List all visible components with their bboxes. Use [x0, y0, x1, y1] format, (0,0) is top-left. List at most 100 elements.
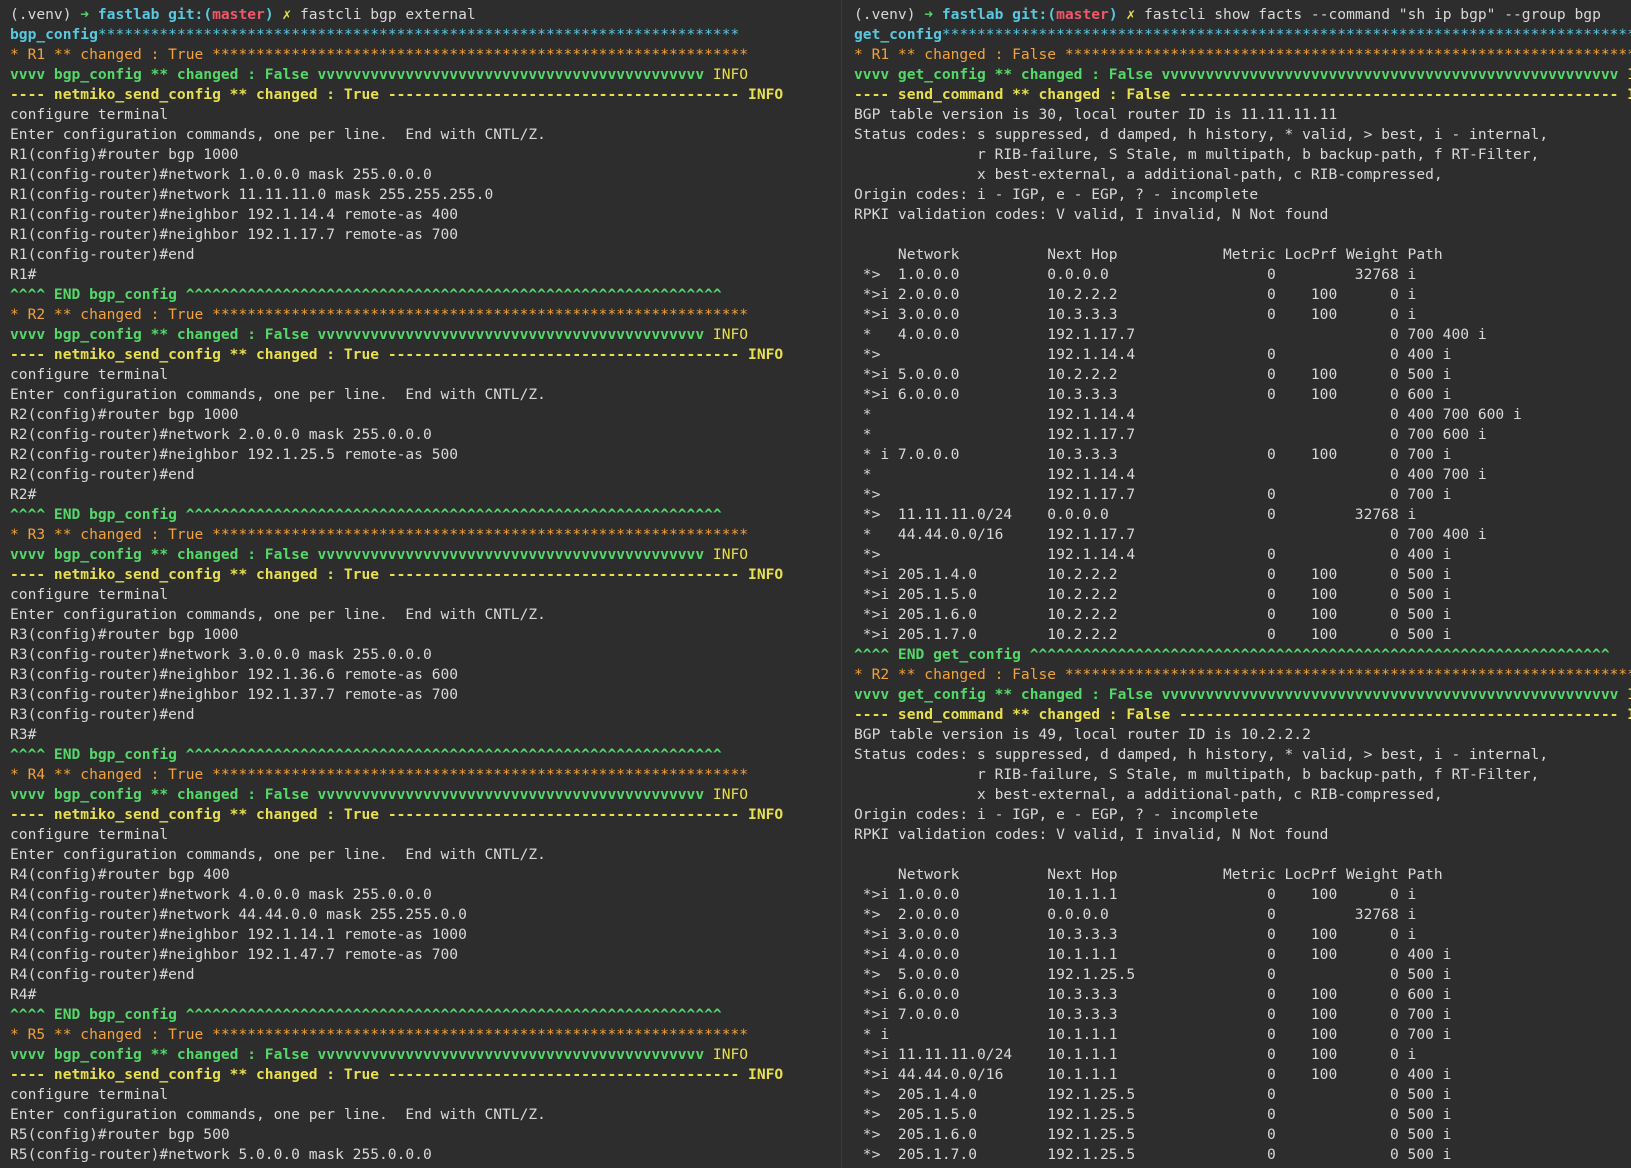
terminal-text: INFO [712, 546, 749, 563]
terminal-text: *> 192.1.14.4 0 0 400 i [854, 346, 1452, 363]
terminal-line: *>i 11.11.11.0/24 10.1.1.1 0 100 0 i [854, 1045, 1631, 1065]
terminal-line: R5(config)#router bgp 500 [10, 1125, 841, 1145]
terminal-line: R1(config-router)#network 1.0.0.0 mask 2… [10, 165, 841, 185]
terminal-line: * 192.1.17.7 0 700 600 i [854, 425, 1631, 445]
terminal-line: R2(config)#router bgp 1000 [10, 405, 841, 425]
terminal-text: Status codes: s suppressed, d damped, h … [854, 746, 1549, 763]
terminal-line: *>i 1.0.0.0 10.1.1.1 0 100 0 i [854, 885, 1631, 905]
terminal-line: x best-external, a additional-path, c RI… [854, 165, 1631, 185]
terminal-line: * R2 ** changed : False ****************… [854, 665, 1631, 685]
terminal-text: fastcli show facts --command "sh ip bgp"… [1143, 6, 1601, 23]
terminal-line: *> 192.1.14.4 0 0 400 i [854, 545, 1631, 565]
terminal-pane-left[interactable]: (.venv) ➜ fastlab git:(master) ✗ fastcli… [0, 0, 841, 1168]
terminal-text: *> 192.1.17.7 0 0 700 i [854, 486, 1452, 503]
terminal-text: R4(config-router)#network 4.0.0.0 mask 2… [10, 886, 432, 903]
terminal-text: configure terminal [10, 586, 169, 603]
terminal-text: ----------------------------------------… [1179, 706, 1631, 723]
terminal-line: *>i 6.0.0.0 10.3.3.3 0 100 0 600 i [854, 385, 1631, 405]
terminal-text: ---- netmiko_send_config ** changed : Tr… [10, 86, 388, 103]
terminal-line: R3(config-router)#neighbor 192.1.37.7 re… [10, 685, 841, 705]
terminal-text: *>i 44.44.0.0/16 10.1.1.1 0 100 0 400 i [854, 1066, 1452, 1083]
terminal-text: R3# [10, 726, 37, 743]
terminal-line: *> 2.0.0.0 0.0.0.0 0 32768 i [854, 905, 1631, 925]
terminal-line: * R1 ** changed : False ****************… [854, 45, 1631, 65]
terminal-text: * i 7.0.0.0 10.3.3.3 0 100 0 700 i [854, 446, 1452, 463]
terminal-line: get_config******************************… [854, 25, 1631, 45]
terminal-text: vvvv bgp_config ** changed : False vvvvv… [10, 546, 713, 563]
terminal-line: *>i 205.1.4.0 10.2.2.2 0 100 0 500 i [854, 565, 1631, 585]
terminal-text: fastlab [97, 6, 169, 23]
terminal-line: r RIB-failure, S Stale, m multipath, b b… [854, 765, 1631, 785]
terminal-text: R3(config-router)#end [10, 706, 195, 723]
terminal-line: *> 205.1.7.0 192.1.25.5 0 0 500 i [854, 1145, 1631, 1165]
terminal-text: Enter configuration commands, one per li… [10, 846, 546, 863]
terminal-text: ---- netmiko_send_config ** changed : Tr… [10, 1066, 388, 1083]
terminal-text: INFO [712, 1046, 749, 1063]
terminal-line: *>i 3.0.0.0 10.3.3.3 0 100 0 i [854, 305, 1631, 325]
terminal-line: ^^^^ END bgp_config ^^^^^^^^^^^^^^^^^^^^… [10, 285, 841, 305]
terminal-line: configure terminal [10, 1085, 841, 1105]
terminal-text: vvvv bgp_config ** changed : False vvvvv… [10, 326, 713, 343]
terminal-line: R1(config-router)#network 11.11.11.0 mas… [10, 185, 841, 205]
terminal-text: R1(config)#router bgp 1000 [10, 146, 239, 163]
terminal-text: ****************************************… [212, 766, 749, 783]
terminal-text: R4(config-router)#network 44.44.0.0 mask… [10, 906, 467, 923]
terminal-line: * 4.0.0.0 192.1.17.7 0 700 400 i [854, 325, 1631, 345]
terminal-line: R4(config-router)#network 4.0.0.0 mask 2… [10, 885, 841, 905]
terminal-line: BGP table version is 49, local router ID… [854, 725, 1631, 745]
terminal-text: INFO [1627, 686, 1631, 703]
terminal-line: R2(config-router)#end [10, 465, 841, 485]
terminal-text: vvvv get_config ** changed : False vvvvv… [854, 686, 1628, 703]
terminal-text: Origin codes: i - IGP, e - EGP, ? - inco… [854, 806, 1259, 823]
terminal-line: vvvv bgp_config ** changed : False vvvvv… [10, 65, 841, 85]
terminal-pane-right[interactable]: (.venv) ➜ fastlab git:(master) ✗ fastcli… [842, 0, 1631, 1168]
terminal-line: configure terminal [10, 825, 841, 845]
terminal-text: * R4 ** changed : True [10, 766, 213, 783]
terminal-line: ---- netmiko_send_config ** changed : Tr… [10, 805, 841, 825]
terminal-text: R1(config-router)#network 1.0.0.0 mask 2… [10, 166, 432, 183]
terminal-line: * 192.1.14.4 0 400 700 600 i [854, 405, 1631, 425]
terminal-text: Enter configuration commands, one per li… [10, 386, 546, 403]
terminal-text: Enter configuration commands, one per li… [10, 1106, 546, 1123]
terminal-text: * R2 ** changed : False [854, 666, 1065, 683]
terminal-text: *>i 205.1.4.0 10.2.2.2 0 100 0 500 i [854, 566, 1452, 583]
terminal-line: *>i 44.44.0.0/16 10.1.1.1 0 100 0 400 i [854, 1065, 1631, 1085]
terminal-text: *>i 2.0.0.0 10.2.2.2 0 100 0 i [854, 286, 1417, 303]
terminal-line: (.venv) ➜ fastlab git:(master) ✗ fastcli… [854, 5, 1631, 25]
terminal-line: R3(config)#router bgp 1000 [10, 625, 841, 645]
terminal-line: ---- netmiko_send_config ** changed : Tr… [10, 1065, 841, 1085]
terminal-text: ---- netmiko_send_config ** changed : Tr… [10, 566, 388, 583]
terminal-text: Network Next Hop Metric LocPrf Weight Pa… [854, 246, 1443, 263]
terminal-text: *> 11.11.11.0/24 0.0.0.0 0 32768 i [854, 506, 1417, 523]
terminal-text: ----------------------------------------… [1179, 86, 1631, 103]
terminal-text: * R1 ** changed : True [10, 46, 213, 63]
terminal-text: ➜ [80, 6, 98, 23]
terminal-text: ✗ [1126, 6, 1144, 23]
terminal-text: ****************************************… [212, 1026, 749, 1043]
terminal-line: R3(config-router)#neighbor 192.1.36.6 re… [10, 665, 841, 685]
terminal-line: *> 205.1.5.0 192.1.25.5 0 0 500 i [854, 1105, 1631, 1125]
terminal-line: Origin codes: i - IGP, e - EGP, ? - inco… [854, 185, 1631, 205]
terminal-text: R2(config-router)#network 2.0.0.0 mask 2… [10, 426, 432, 443]
terminal-text: Network Next Hop Metric LocPrf Weight Pa… [854, 866, 1443, 883]
terminal-line: * i 10.1.1.1 0 100 0 700 i [854, 1025, 1631, 1045]
terminal-line: *> 192.1.14.4 0 0 400 i [854, 345, 1631, 365]
terminal-line: *> 11.11.11.0/24 0.0.0.0 0 32768 i [854, 505, 1631, 525]
terminal-line: R3# [10, 725, 841, 745]
terminal-text: Origin codes: i - IGP, e - EGP, ? - inco… [854, 186, 1259, 203]
terminal-text: git:( [1012, 6, 1057, 23]
terminal-line: *>i 205.1.5.0 10.2.2.2 0 100 0 500 i [854, 585, 1631, 605]
terminal-text: INFO [712, 326, 749, 343]
terminal-line: Enter configuration commands, one per li… [10, 125, 841, 145]
terminal-text: ^^^^ END bgp_config ^^^^^^^^^^^^^^^^^^^^… [10, 1006, 722, 1023]
terminal-line: * R3 ** changed : True *****************… [10, 525, 841, 545]
terminal-line: *>i 4.0.0.0 10.1.1.1 0 100 0 400 i [854, 945, 1631, 965]
terminal-line: R1(config-router)#neighbor 192.1.17.7 re… [10, 225, 841, 245]
terminal-text: *>i 205.1.7.0 10.2.2.2 0 100 0 500 i [854, 626, 1452, 643]
terminal-line: R5(config-router)#network 5.0.0.0 mask 2… [10, 1145, 841, 1165]
terminal-text: x best-external, a additional-path, c RI… [854, 166, 1443, 183]
terminal-text: * i 10.1.1.1 0 100 0 700 i [854, 1026, 1452, 1043]
terminal-text: configure terminal [10, 826, 169, 843]
terminal-text: *> 205.1.6.0 192.1.25.5 0 0 500 i [854, 1126, 1452, 1143]
